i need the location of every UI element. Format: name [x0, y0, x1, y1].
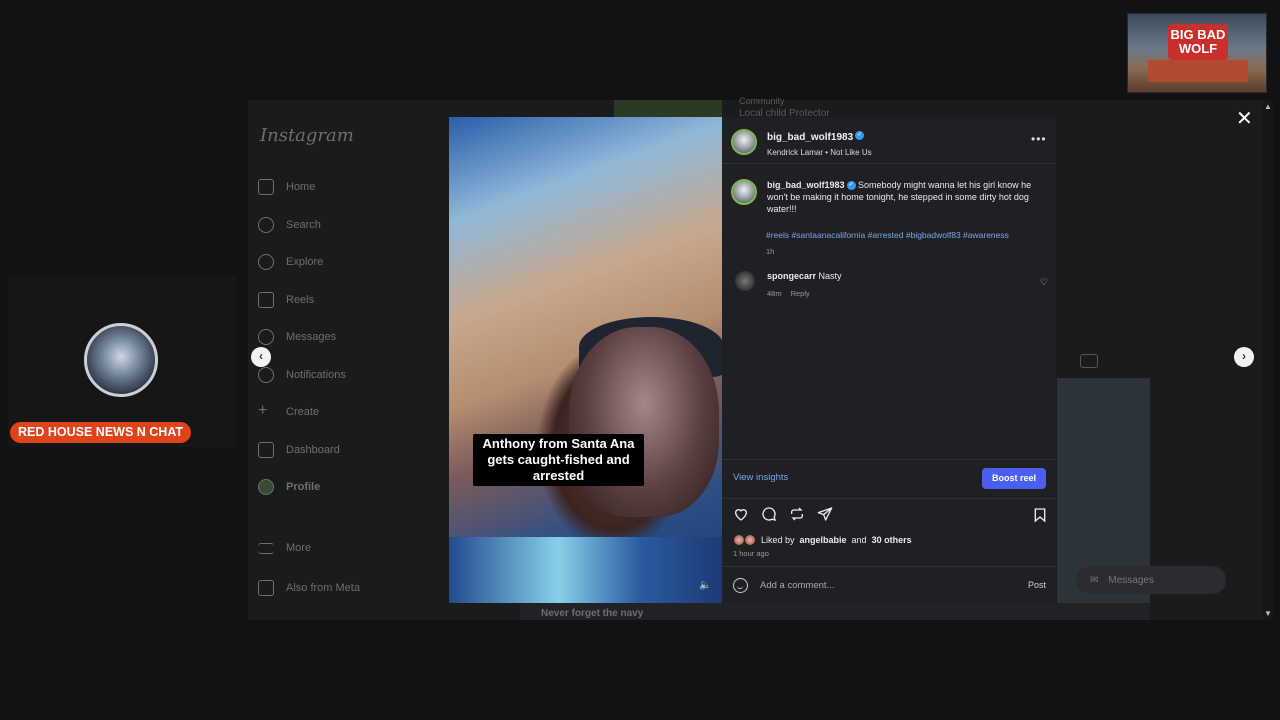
caption-author-avatar[interactable]: [731, 179, 757, 205]
heart-icon: [258, 367, 274, 383]
meta-icon: [258, 580, 274, 596]
commenter-username[interactable]: spongecarr: [767, 271, 816, 281]
nav-also-from-meta[interactable]: Also from Meta: [258, 580, 360, 596]
post-comment-button[interactable]: Post: [1028, 580, 1046, 590]
header-divider: [722, 163, 1056, 164]
add-comment-row: Add a comment...: [733, 578, 834, 593]
author-username[interactable]: big_bad_wolf1983: [767, 132, 853, 143]
messages-pill[interactable]: ✉ Messages: [1076, 566, 1226, 594]
more-options-icon[interactable]: •••: [1031, 132, 1047, 146]
bg-text-community: Community: [739, 96, 785, 106]
nav-home[interactable]: Home: [258, 179, 315, 195]
likes-summary: Liked by angelbabie and 30 others: [733, 534, 912, 546]
caption-username[interactable]: big_bad_wolf1983: [767, 180, 845, 190]
home-icon: [258, 179, 274, 195]
bg-post-caption: Never forget the navy: [541, 608, 644, 619]
audio-track[interactable]: Kendrick Lamar • Not Like Us: [767, 148, 872, 157]
post-caption-row: big_bad_wolf1983 ✓ Somebody might wanna l…: [731, 179, 1049, 215]
post-modal: Anthony from Santa Ana gets caught-fishe…: [449, 117, 1056, 603]
nav-create[interactable]: + Create: [258, 402, 319, 420]
nav-more[interactable]: More: [258, 542, 311, 554]
liker-avatar: [744, 534, 756, 546]
comment-box-divider: [722, 566, 1056, 567]
scroll-up-arrow[interactable]: ▲: [1264, 102, 1272, 111]
video-caption: Anthony from Santa Ana gets caught-fishe…: [473, 434, 644, 486]
post-details-panel: big_bad_wolf1983 ✓ Kendrick Lamar • Not L…: [722, 117, 1056, 603]
comment-time: 48m: [767, 289, 782, 298]
post-header: big_bad_wolf1983 ✓ Kendrick Lamar • Not L…: [731, 127, 872, 157]
nav-dashboard[interactable]: Dashboard: [258, 442, 340, 458]
comment-like-icon[interactable]: ♡: [1040, 277, 1048, 288]
menu-icon: [258, 542, 274, 554]
search-icon: [258, 217, 274, 233]
reply-link[interactable]: Reply: [791, 289, 810, 298]
video-subject-shirt: [449, 537, 722, 603]
nav-messages[interactable]: Messages: [258, 329, 336, 345]
insights-divider: [722, 498, 1056, 499]
scroll-down-arrow[interactable]: ▼: [1264, 609, 1272, 618]
author-avatar[interactable]: [731, 129, 757, 155]
share-icon[interactable]: [817, 506, 833, 522]
comment-text: Nasty: [818, 271, 842, 281]
nav-search[interactable]: Search: [258, 217, 321, 233]
view-insights-link[interactable]: View insights: [733, 472, 788, 483]
bookmark-icon[interactable]: [1032, 507, 1048, 523]
boost-reel-button[interactable]: Boost reel: [982, 468, 1046, 489]
comment-input[interactable]: Add a comment...: [760, 580, 834, 591]
avatar-icon: [258, 479, 274, 495]
post-hashtags[interactable]: #reels #santaanacalifornia #arrested #bi…: [766, 230, 1009, 240]
video-subject-face: [569, 327, 719, 517]
volume-icon[interactable]: 🔈: [699, 580, 711, 591]
commenter-avatar[interactable]: [735, 271, 755, 291]
reels-icon: [258, 292, 274, 308]
like-heart-icon[interactable]: [733, 506, 749, 522]
liked-by-user[interactable]: angelbabie: [800, 535, 847, 545]
verified-icon: ✓: [855, 131, 865, 141]
channel-name-badge: RED HOUSE NEWS N CHAT: [10, 422, 192, 443]
bg-reel-icon: [1080, 354, 1098, 368]
post-caption: big_bad_wolf1983 ✓ Somebody might wanna l…: [767, 179, 1049, 215]
nav-profile[interactable]: Profile: [258, 479, 320, 495]
caption-time: 1h: [766, 247, 775, 256]
close-icon[interactable]: ✕: [1236, 109, 1253, 129]
comment-item: spongecarr Nasty 48m Reply: [735, 271, 842, 298]
previous-post-arrow-icon[interactable]: ‹: [251, 347, 271, 367]
scrollbar[interactable]: [1263, 100, 1273, 620]
stream-thumbnail: BIG BAD WOLF: [1127, 13, 1267, 93]
verified-icon: ✓: [846, 181, 856, 191]
instagram-logo: Instagram: [260, 125, 354, 146]
bg-post-tile: [614, 100, 722, 117]
nav-explore[interactable]: Explore: [258, 254, 323, 270]
actions-divider: [722, 459, 1056, 460]
comment-icon[interactable]: [761, 506, 777, 522]
messenger-icon: ✉: [1090, 574, 1099, 586]
next-post-arrow-icon[interactable]: ›: [1234, 347, 1254, 367]
nav-notifications[interactable]: Notifications: [258, 367, 346, 383]
reel-video[interactable]: Anthony from Santa Ana gets caught-fishe…: [449, 117, 722, 603]
channel-avatar: [84, 323, 158, 397]
nav-reels[interactable]: Reels: [258, 292, 314, 308]
news-desk: [1148, 60, 1248, 82]
repost-icon[interactable]: [789, 506, 805, 522]
post-actions: [733, 506, 833, 522]
post-time: 1 hour ago: [733, 549, 769, 558]
liked-others-link[interactable]: 30 others: [872, 535, 912, 545]
big-bad-wolf-logo: BIG BAD WOLF: [1168, 24, 1228, 60]
chart-icon: [258, 442, 274, 458]
emoji-icon[interactable]: [733, 578, 748, 593]
plus-icon: +: [258, 402, 268, 419]
messenger-icon: [258, 329, 274, 345]
compass-icon: [258, 254, 274, 270]
